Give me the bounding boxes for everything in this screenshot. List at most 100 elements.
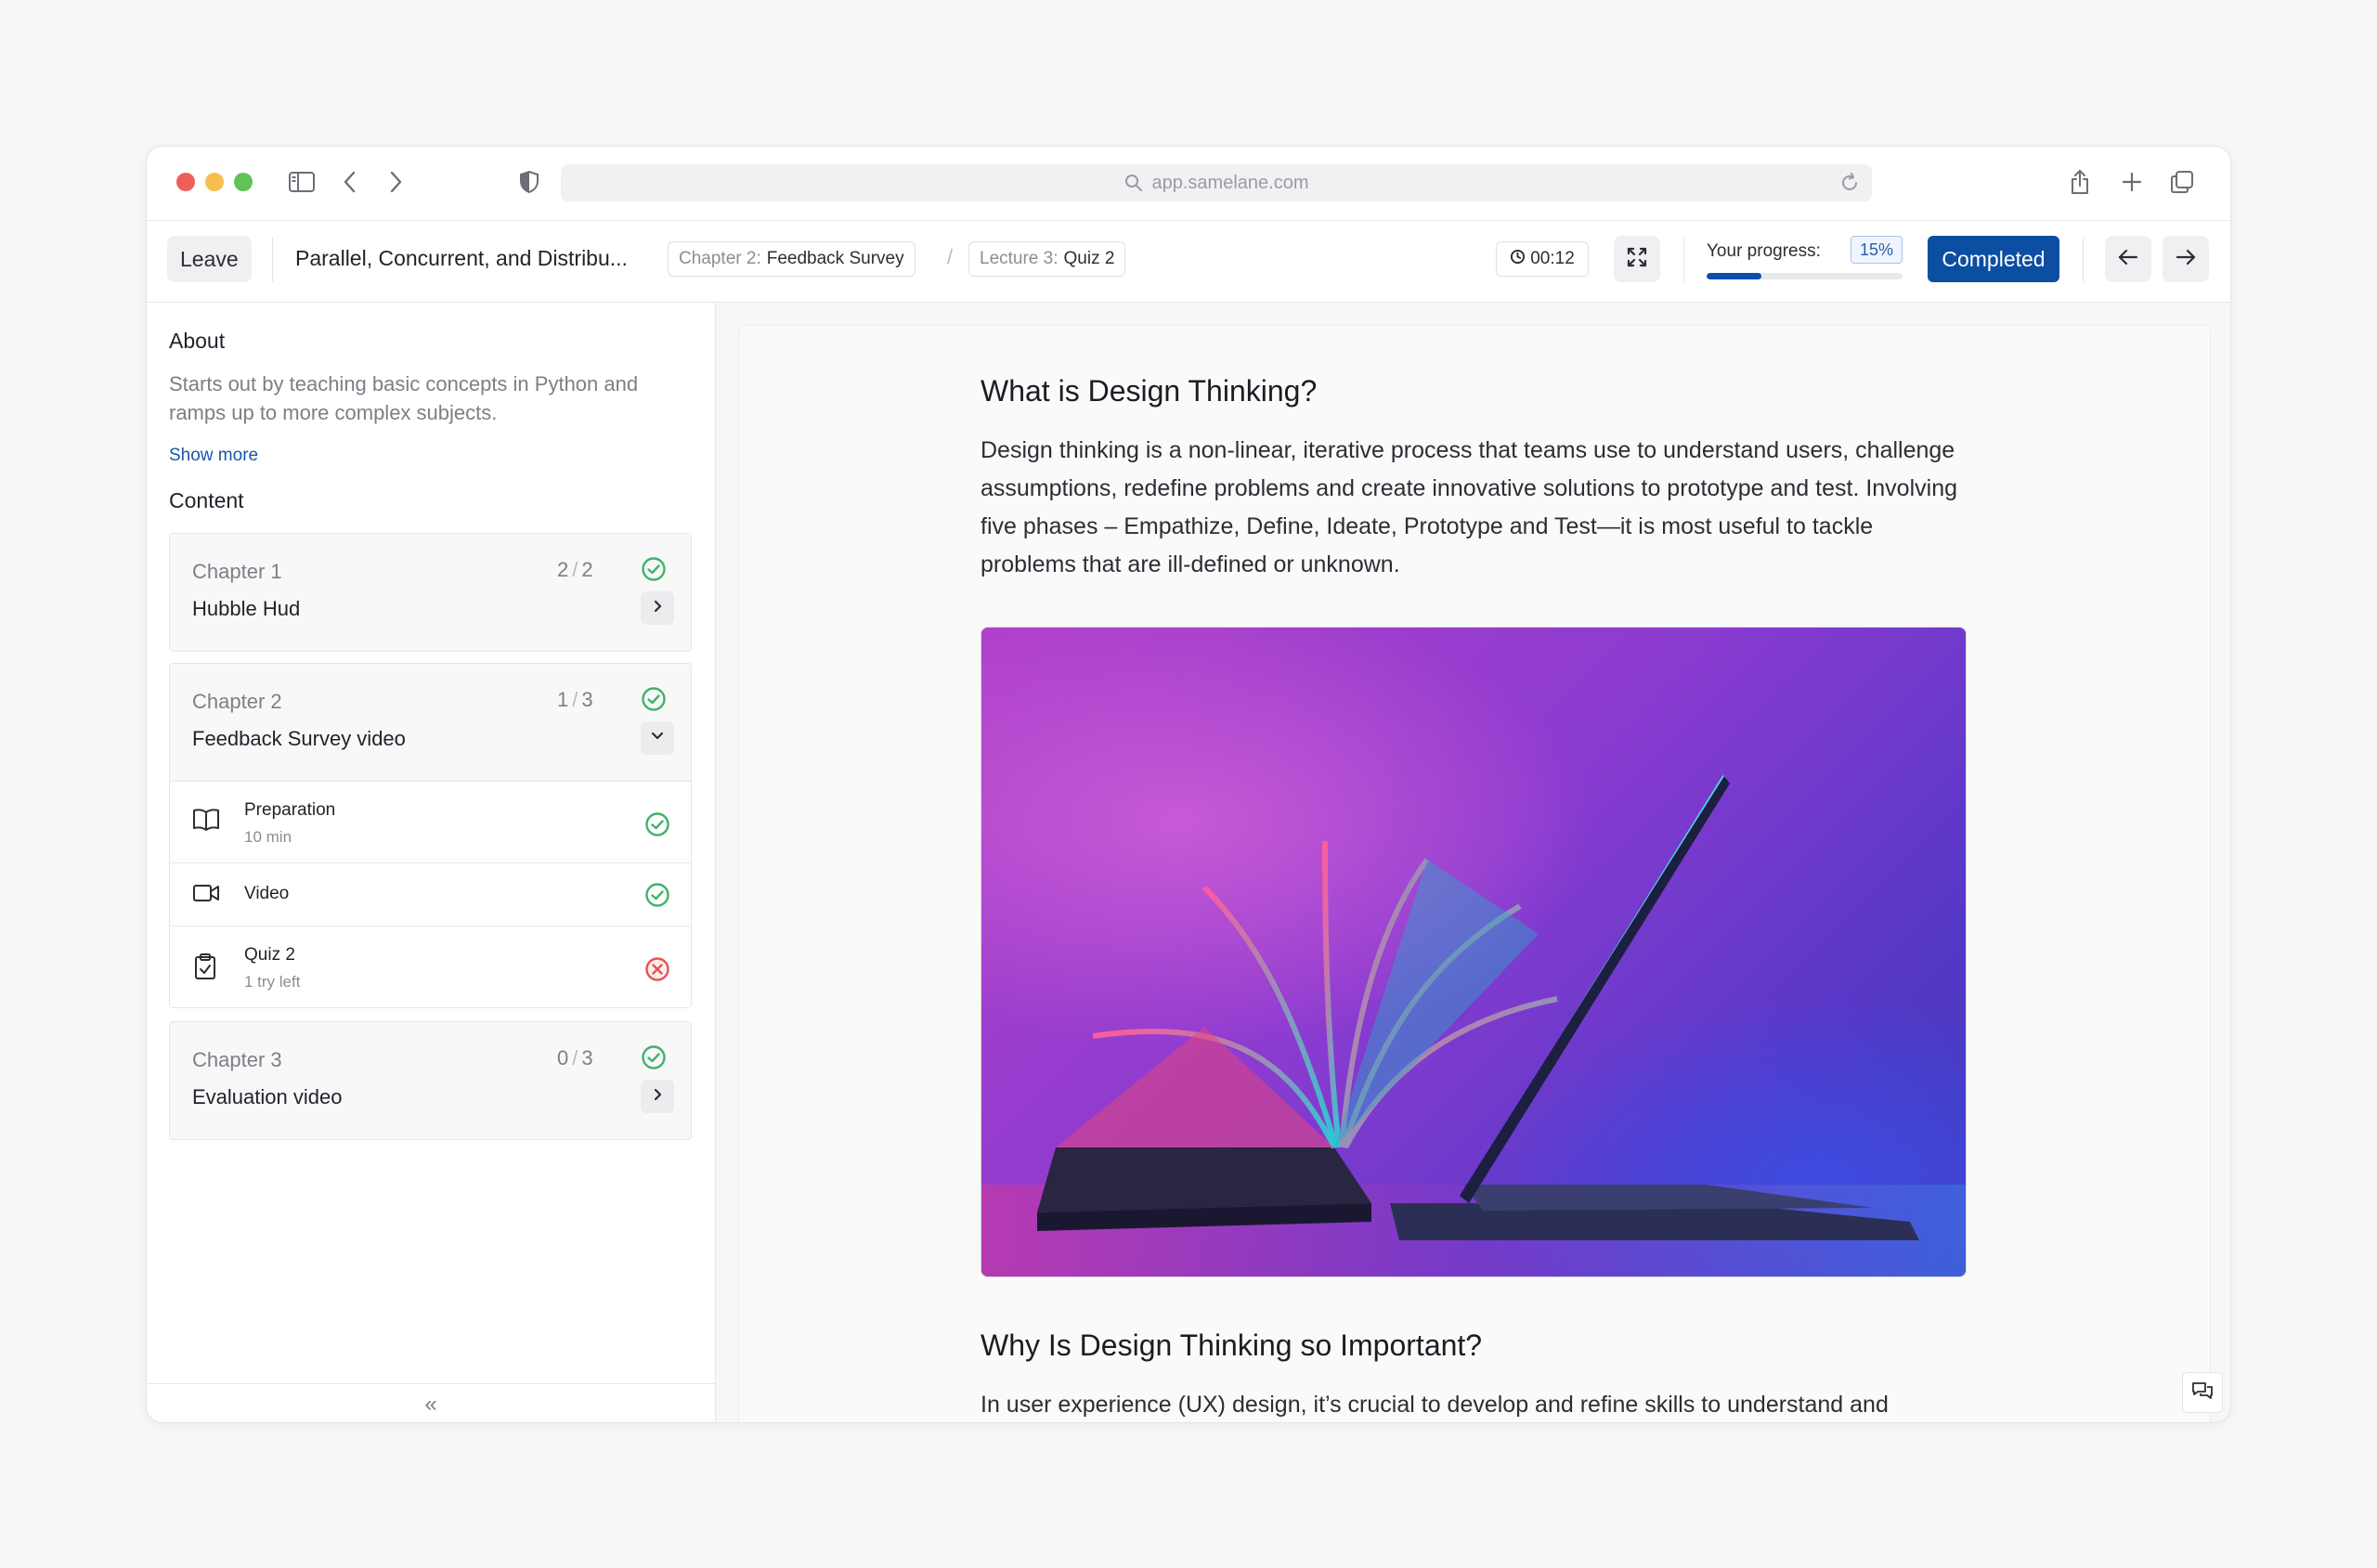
url-text: app.samelane.com: [1151, 172, 1309, 193]
breadcrumb-chapter-key: Chapter 2:: [679, 249, 761, 268]
lecture-subtitle: 1 try left: [244, 973, 301, 991]
search-icon: [1124, 174, 1143, 192]
fullscreen-button[interactable]: [1614, 236, 1660, 282]
timer: 00:12: [1496, 241, 1589, 277]
breadcrumb-chapter[interactable]: Chapter 2: Feedback Survey: [668, 241, 916, 277]
previous-lecture-button[interactable]: [2105, 236, 2151, 282]
browser-window: app.samelane.com Leave Parallel, Concurr…: [146, 146, 2231, 1423]
next-lecture-button[interactable]: [2163, 236, 2209, 282]
show-more-link[interactable]: Show more: [169, 446, 258, 466]
chapter-count: 0/3: [557, 1046, 593, 1069]
check-circle-icon: [641, 556, 667, 587]
chapter-1[interactable]: Chapter 1 2/2 Hubble Hud: [169, 533, 692, 652]
toolbar-divider: [272, 238, 273, 282]
forward-icon[interactable]: [381, 167, 410, 197]
completed-button[interactable]: Completed: [1928, 236, 2059, 282]
video-camera-icon: [192, 882, 220, 909]
back-icon[interactable]: [335, 167, 365, 197]
chapter-label: Chapter 3: [192, 1048, 282, 1071]
fullscreen-icon: [1627, 247, 1647, 272]
check-circle-icon: [644, 882, 670, 913]
double-chevron-left-icon: «: [424, 1391, 437, 1417]
chevron-down-icon: [650, 730, 665, 746]
lecture-subtitle: 10 min: [244, 828, 292, 846]
close-window-button[interactable]: [176, 173, 195, 191]
arrow-left-icon: [2118, 249, 2138, 270]
about-heading: About: [169, 329, 226, 353]
clock-icon: [1510, 249, 1526, 270]
collapse-sidebar-button[interactable]: «: [147, 1383, 715, 1422]
chevron-right-icon: [652, 1087, 663, 1107]
tabs-overview-icon[interactable]: [2167, 167, 2197, 197]
arrow-right-icon: [2176, 249, 2196, 270]
course-title: Parallel, Concurrent, and Distribu...: [295, 246, 628, 270]
x-circle-icon: [644, 956, 670, 987]
chat-bubbles-icon: [2190, 1380, 2215, 1406]
browser-chrome: app.samelane.com: [147, 147, 2230, 221]
chapter-count-done: 1: [557, 688, 569, 711]
reload-icon[interactable]: [1838, 172, 1861, 200]
breadcrumb-chapter-value: Feedback Survey: [766, 249, 904, 268]
article-heading-1: What is Design Thinking?: [981, 374, 1318, 408]
progress-label: Your progress:: [1707, 241, 1821, 261]
article-paragraph-1: Design thinking is a non-linear, iterati…: [981, 437, 1958, 577]
progress-fill: [1707, 273, 1762, 279]
chapter-count-done: 0: [557, 1046, 569, 1069]
share-icon[interactable]: [2065, 167, 2095, 197]
chapter-2[interactable]: Chapter 2 1/3 Feedback Survey video Prep…: [169, 663, 692, 1008]
leave-button[interactable]: Leave: [167, 236, 252, 282]
lecture-title: Preparation: [244, 800, 336, 820]
lecture-title: Quiz 2: [244, 945, 295, 965]
lecture-item-video[interactable]: Video: [170, 862, 691, 926]
course-sidebar: About Starts out by teaching basic conce…: [147, 303, 716, 1422]
breadcrumb-lecture-value: Quiz 2: [1063, 249, 1115, 268]
chapter-count: 1/3: [557, 688, 593, 711]
chapter-label: Chapter 2: [192, 690, 282, 713]
lecture-content: What is Design Thinking? Design thinking…: [716, 303, 2230, 1422]
toolbar-divider: [2083, 238, 2084, 282]
progress-badge: 15%: [1851, 236, 1903, 264]
lecture-item-preparation[interactable]: Preparation 10 min: [170, 781, 691, 862]
chapter-name: Hubble Hud: [192, 597, 301, 620]
chapter-label: Chapter 1: [192, 560, 282, 583]
chapter-header[interactable]: Chapter 1 2/2 Hubble Hud: [170, 534, 691, 651]
lecture-title: Video: [244, 884, 290, 903]
chapter-count-done: 2: [557, 558, 569, 581]
book-icon: [192, 808, 220, 836]
chapter-count-total: 2: [581, 558, 593, 581]
chapter-expand-button[interactable]: [641, 1080, 674, 1113]
chat-button[interactable]: [2182, 1372, 2223, 1413]
breadcrumb-separator: /: [947, 245, 954, 268]
content-heading: Content: [169, 488, 244, 512]
chapter-3[interactable]: Chapter 3 0/3 Evaluation video: [169, 1021, 692, 1140]
toolbar-divider: [1683, 238, 1684, 282]
article-heading-2: Why Is Design Thinking so Important?: [981, 1328, 1483, 1362]
sidebar-toggle-icon[interactable]: [287, 167, 317, 197]
chapter-count: 2/2: [557, 558, 593, 581]
check-circle-icon: [641, 1044, 667, 1075]
course-toolbar: Leave Parallel, Concurrent, and Distribu…: [147, 221, 2230, 303]
chapter-expand-button[interactable]: [641, 591, 674, 625]
article-paragraph-2: In user experience (UX) design, it’s cru…: [981, 1392, 1889, 1418]
about-text: Starts out by teaching basic concepts in…: [169, 372, 639, 424]
maximize-window-button[interactable]: [234, 173, 253, 191]
check-circle-icon: [644, 811, 670, 842]
breadcrumb-lecture-key: Lecture 3:: [980, 249, 1059, 268]
chapter-name: Evaluation video: [192, 1085, 343, 1108]
chapter-count-total: 3: [581, 688, 593, 711]
chapter-name: Feedback Survey video: [192, 727, 406, 750]
chapter-header[interactable]: Chapter 3 0/3 Evaluation video: [170, 1022, 691, 1139]
minimize-window-button[interactable]: [205, 173, 224, 191]
chapter-header[interactable]: Chapter 2 1/3 Feedback Survey video: [170, 664, 691, 781]
new-tab-icon[interactable]: [2117, 167, 2147, 197]
check-circle-icon: [641, 686, 667, 717]
address-bar[interactable]: app.samelane.com: [561, 164, 1872, 201]
lecture-item-quiz-2[interactable]: Quiz 2 1 try left: [170, 926, 691, 1007]
hero-image: [981, 627, 1967, 1277]
chevron-right-icon: [652, 599, 663, 618]
shield-icon[interactable]: [514, 167, 544, 197]
chapter-collapse-button[interactable]: [641, 721, 674, 755]
progress-bar: [1707, 273, 1903, 279]
breadcrumb-lecture[interactable]: Lecture 3: Quiz 2: [968, 241, 1126, 277]
chapter-count-total: 3: [581, 1046, 593, 1069]
